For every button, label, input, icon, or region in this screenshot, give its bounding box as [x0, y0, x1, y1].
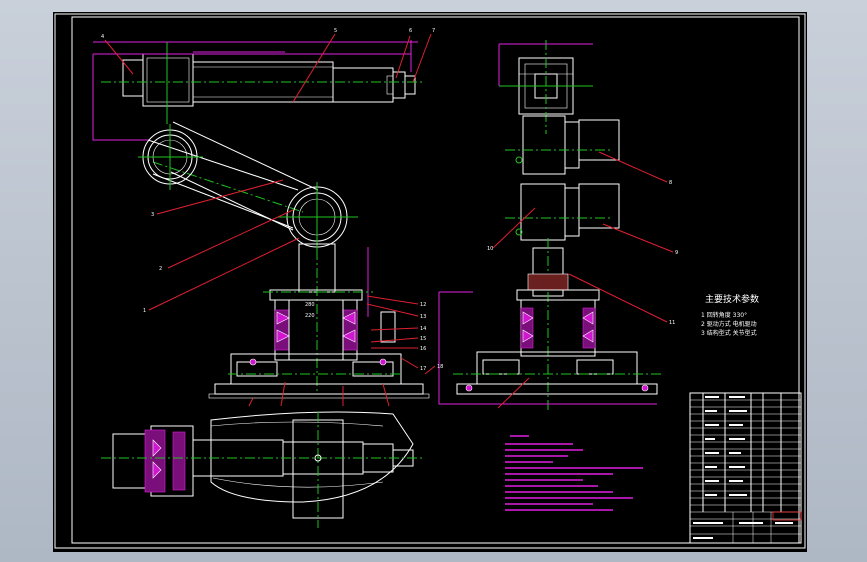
balloon-label: 11 — [669, 320, 675, 326]
tech-parameters: 主要技术参数 1 回转角度 330° 2 驱动方式 电机驱动 3 结构型式 关节… — [701, 293, 759, 337]
drawing-sheet: 280 220 4 5 6 7 3 2 1 12 13 14 15 16 17 … — [53, 12, 807, 552]
balloon-label: 15 — [420, 336, 426, 342]
balloon-label: 10 — [487, 246, 493, 252]
tech-params-heading: 主要技术参数 — [705, 293, 759, 305]
balloon-label: 4 — [101, 34, 104, 40]
balloon-label: 16 — [420, 346, 426, 352]
svg-text:220: 220 — [305, 313, 315, 319]
balloon-label: 5 — [334, 28, 337, 34]
balloon-label: 13 — [420, 314, 426, 320]
balloon-label: 17 — [420, 366, 426, 372]
balloon-label: 18 — [437, 364, 443, 370]
top-view — [101, 411, 423, 528]
balloon-label: 1 — [143, 308, 146, 314]
front-view-base: 280 220 — [208, 289, 430, 399]
balloon-label: 7 — [432, 28, 435, 34]
cad-drawing: 280 220 4 5 6 7 3 2 1 12 13 14 15 16 17 … — [54, 13, 806, 549]
balloon-label: 12 — [420, 302, 426, 308]
tech-param-item: 2 驱动方式 电机驱动 — [701, 320, 757, 328]
parts-list-table — [689, 392, 802, 544]
balloon-label: 8 — [669, 180, 672, 186]
cad-viewport[interactable]: 280 220 4 5 6 7 3 2 1 12 13 14 15 16 17 … — [0, 0, 867, 562]
balloon-label: 9 — [675, 250, 678, 256]
balloon-label: 2 — [159, 266, 162, 272]
balloon-label: 3 — [151, 212, 154, 218]
balloon-label: 14 — [420, 326, 426, 332]
side-view — [438, 40, 663, 412]
svg-text:280: 280 — [305, 302, 315, 308]
technical-requirements — [505, 435, 643, 511]
tech-param-item: 3 结构型式 关节型式 — [701, 329, 757, 337]
front-view-arm — [92, 40, 425, 392]
balloon-label: 6 — [409, 28, 412, 34]
tech-param-item: 1 回转角度 330° — [701, 311, 747, 319]
